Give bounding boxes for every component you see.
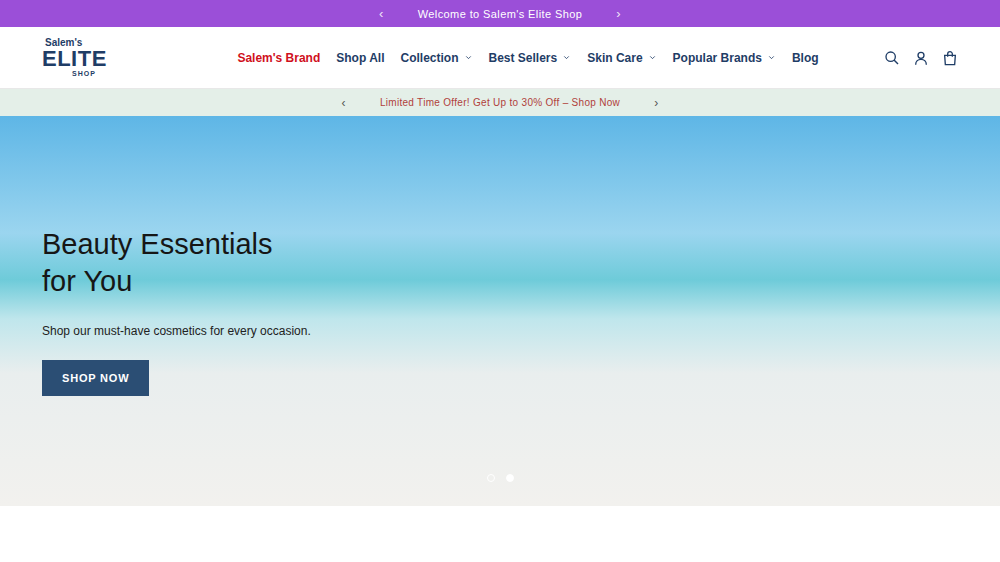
chevron-down-icon <box>767 53 776 62</box>
logo-word: ELITE <box>42 48 112 70</box>
chevron-down-icon <box>562 53 571 62</box>
search-icon[interactable] <box>884 50 900 66</box>
site-header: Salem'sELITESHOP Salem's Brand Shop All Col… <box>0 27 1000 89</box>
nav-item[interactable]: Skin Care <box>587 51 656 65</box>
promo-text[interactable]: Limited Time Offer! Get Up to 30% Off – … <box>380 97 620 108</box>
nav-label: Shop All <box>336 51 384 65</box>
header-icons <box>884 50 958 66</box>
nav-item[interactable]: Collection <box>400 51 472 65</box>
prev-arrow[interactable]: ‹ <box>342 96 346 110</box>
hero-title: Beauty Essentials for You <box>42 226 958 300</box>
hero-title-line: for You <box>42 265 132 297</box>
hero-banner: Beauty Essentials for You Shop our must-ha… <box>0 116 1000 506</box>
nav-label: Salem's Brand <box>237 51 320 65</box>
chevron-down-icon <box>464 53 473 62</box>
slider-dot[interactable] <box>487 474 495 482</box>
nav-item[interactable]: Blog <box>792 51 819 65</box>
next-arrow[interactable]: › <box>654 96 658 110</box>
nav-item[interactable]: Best Sellers <box>489 51 572 65</box>
shop-now-button[interactable]: SHOP NOW <box>42 360 149 396</box>
nav-item[interactable]: Popular Brands <box>673 51 776 65</box>
cart-icon[interactable] <box>942 50 958 66</box>
nav-label: Popular Brands <box>673 51 762 65</box>
account-icon[interactable] <box>913 50 929 66</box>
nav-item[interactable]: Salem's Brand <box>237 51 320 65</box>
hero-title-line: Beauty Essentials <box>42 228 273 260</box>
logo[interactable]: Salem'sELITESHOP <box>42 38 112 77</box>
logo-line: Salem's <box>42 38 112 48</box>
main-nav: Salem's Brand Shop All Collection Best Sell… <box>112 51 884 65</box>
slider-dot[interactable] <box>506 474 514 482</box>
nav-item[interactable]: Shop All <box>336 51 384 65</box>
nav-label: Blog <box>792 51 819 65</box>
chevron-down-icon <box>648 53 657 62</box>
logo-line: SHOP <box>42 70 112 77</box>
slider-dots <box>0 474 1000 482</box>
nav-label: Best Sellers <box>489 51 558 65</box>
announcement-text: Welcome to Salem's Elite Shop <box>418 8 583 20</box>
prev-arrow[interactable]: ‹ <box>379 6 384 21</box>
next-arrow[interactable]: › <box>616 6 621 21</box>
promo-bar: ‹ Limited Time Offer! Get Up to 30% Off –… <box>0 89 1000 116</box>
announcement-bar: ‹ Welcome to Salem's Elite Shop › <box>0 0 1000 27</box>
nav-label: Skin Care <box>587 51 642 65</box>
hero-subtitle: Shop our must-have cosmetics for every o… <box>42 324 958 338</box>
nav-label: Collection <box>400 51 458 65</box>
